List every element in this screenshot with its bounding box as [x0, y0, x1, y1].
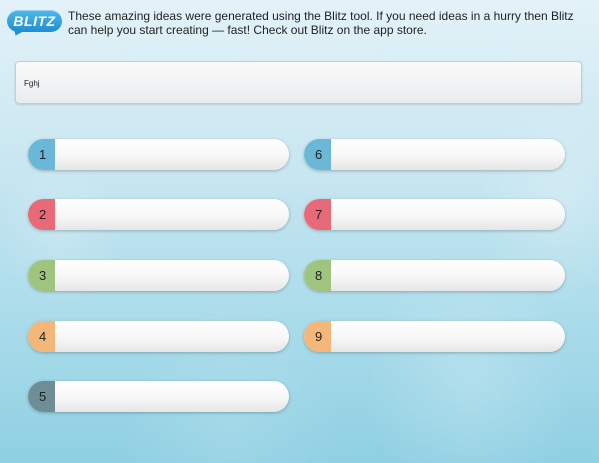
slot-number-2: 2 [28, 199, 55, 230]
idea-slot-5[interactable]: 5 [28, 381, 289, 412]
header: BLITZ These amazing ideas were generated… [0, 0, 599, 55]
slot-number-7: 7 [304, 199, 331, 230]
idea-slot-7[interactable]: 7 [304, 199, 565, 230]
idea-field-7[interactable] [331, 199, 565, 230]
idea-slot-9[interactable]: 9 [304, 321, 565, 352]
idea-slot-2[interactable]: 2 [28, 199, 289, 230]
idea-slot-4[interactable]: 4 [28, 321, 289, 352]
idea-field-1[interactable] [55, 139, 289, 170]
slot-number-1: 1 [28, 139, 55, 170]
idea-field-3[interactable] [55, 260, 289, 291]
idea-field-6[interactable] [331, 139, 565, 170]
idea-field-5[interactable] [55, 381, 289, 412]
slot-number-8: 8 [304, 260, 331, 291]
slot-number-3: 3 [28, 260, 55, 291]
idea-slot-8[interactable]: 8 [304, 260, 565, 291]
slot-number-4: 4 [28, 321, 55, 352]
slot-number-5: 5 [28, 381, 55, 412]
slot-number-9: 9 [304, 321, 331, 352]
idea-slot-1[interactable]: 1 [28, 139, 289, 170]
idea-field-2[interactable] [55, 199, 289, 230]
idea-slot-3[interactable]: 3 [28, 260, 289, 291]
idea-field-9[interactable] [331, 321, 565, 352]
main-idea-text: Fghj [24, 79, 40, 88]
idea-field-8[interactable] [331, 260, 565, 291]
idea-field-4[interactable] [55, 321, 289, 352]
slot-number-6: 6 [304, 139, 331, 170]
idea-slot-6[interactable]: 6 [304, 139, 565, 170]
main-idea-box[interactable]: Fghj [15, 61, 582, 104]
intro-text: These amazing ideas were generated using… [68, 9, 574, 37]
